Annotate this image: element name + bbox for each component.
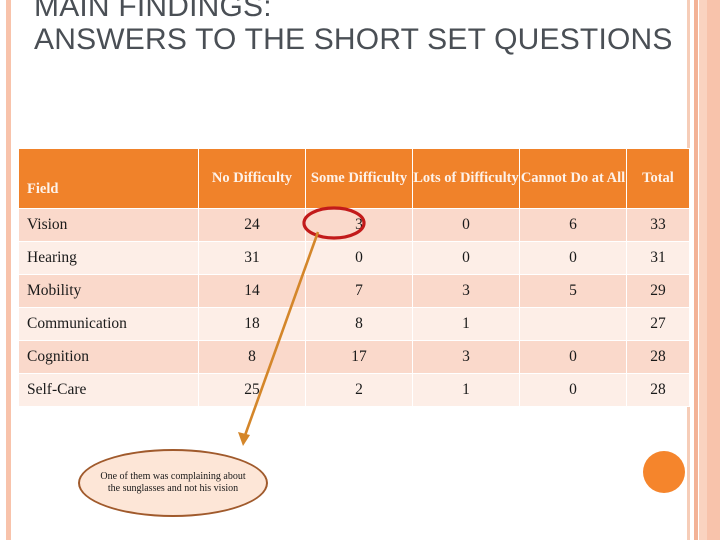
table-cell-field: Cognition (18, 340, 199, 374)
table-cell-no-difficulty: 8 (198, 340, 306, 374)
decorative-orange-circle (643, 451, 685, 493)
table-cell-total: 28 (626, 373, 690, 407)
table-cell-field: Mobility (18, 274, 199, 308)
table-cell-total: 33 (626, 208, 690, 242)
table-cell-cannot-do-at-all: 0 (519, 340, 627, 374)
table-cell-some-difficulty: 0 (305, 241, 413, 275)
findings-table: Field No Difficulty Some Difficulty Lots… (18, 148, 690, 407)
table-cell-no-difficulty: 25 (198, 373, 306, 407)
table-cell-cannot-do-at-all: 6 (519, 208, 627, 242)
leader-arrowhead (238, 432, 250, 446)
table-header-row: Field No Difficulty Some Difficulty Lots… (18, 148, 690, 209)
column-header-lots-of-difficulty: Lots of Difficulty (412, 148, 520, 209)
column-header-cannot-do-at-all: Cannot Do at All (519, 148, 627, 209)
callout-text: One of them was complaining about the su… (100, 470, 246, 495)
right-edge-stripe-3 (699, 0, 707, 540)
table-cell-total: 29 (626, 274, 690, 308)
table-cell-lots-of-difficulty: 0 (412, 208, 520, 242)
table-cell-some-difficulty: 17 (305, 340, 413, 374)
table-cell-lots-of-difficulty: 3 (412, 274, 520, 308)
table-row: Cognition 8 17 3 0 28 (18, 340, 690, 374)
table-cell-no-difficulty: 31 (198, 241, 306, 275)
table-cell-lots-of-difficulty: 1 (412, 373, 520, 407)
column-header-total: Total (626, 148, 690, 209)
table-cell-field: Communication (18, 307, 199, 341)
table-cell-total: 31 (626, 241, 690, 275)
table-cell-no-difficulty: 24 (198, 208, 306, 242)
table-cell-lots-of-difficulty: 0 (412, 241, 520, 275)
table-cell-cannot-do-at-all: 0 (519, 241, 627, 275)
table-row: Vision 24 3 0 6 33 (18, 208, 690, 242)
callout-bubble: One of them was complaining about the su… (78, 449, 268, 517)
left-edge-stripe (6, 0, 11, 540)
table-cell-no-difficulty: 14 (198, 274, 306, 308)
table-cell-cannot-do-at-all (519, 307, 627, 341)
table-cell-cannot-do-at-all: 0 (519, 373, 627, 407)
table-cell-total: 28 (626, 340, 690, 374)
table-header: Field No Difficulty Some Difficulty Lots… (18, 148, 690, 209)
table-cell-lots-of-difficulty: 1 (412, 307, 520, 341)
table-body: Vision 24 3 0 6 33 Hearing 31 0 0 0 31 Mobility 14 7 3 5… (18, 208, 690, 407)
right-edge-stripe-2 (694, 0, 698, 540)
column-header-some-difficulty: Some Difficulty (305, 148, 413, 209)
slide-title: MAIN FINDINGS: ANSWERS TO THE SHORT SET … (34, 0, 673, 56)
table-row: Self-Care 25 2 1 0 28 (18, 373, 690, 407)
table-cell-field: Self-Care (18, 373, 199, 407)
table-cell-field: Vision (18, 208, 199, 242)
table-cell-no-difficulty: 18 (198, 307, 306, 341)
table-row: Mobility 14 7 3 5 29 (18, 274, 690, 308)
table-cell-field: Hearing (18, 241, 199, 275)
table-cell-total: 27 (626, 307, 690, 341)
table-cell-some-difficulty: 2 (305, 373, 413, 407)
slide-canvas: MAIN FINDINGS: ANSWERS TO THE SHORT SET … (0, 0, 720, 540)
column-header-no-difficulty: No Difficulty (198, 148, 306, 209)
right-edge-stripe-4 (707, 0, 720, 540)
table-cell-some-difficulty: 8 (305, 307, 413, 341)
table-cell-lots-of-difficulty: 3 (412, 340, 520, 374)
table-cell-some-difficulty: 3 (305, 208, 413, 242)
table-row: Communication 18 8 1 27 (18, 307, 690, 341)
column-header-field: Field (18, 148, 199, 209)
table-row: Hearing 31 0 0 0 31 (18, 241, 690, 275)
table-cell-cannot-do-at-all: 5 (519, 274, 627, 308)
table-cell-some-difficulty: 7 (305, 274, 413, 308)
